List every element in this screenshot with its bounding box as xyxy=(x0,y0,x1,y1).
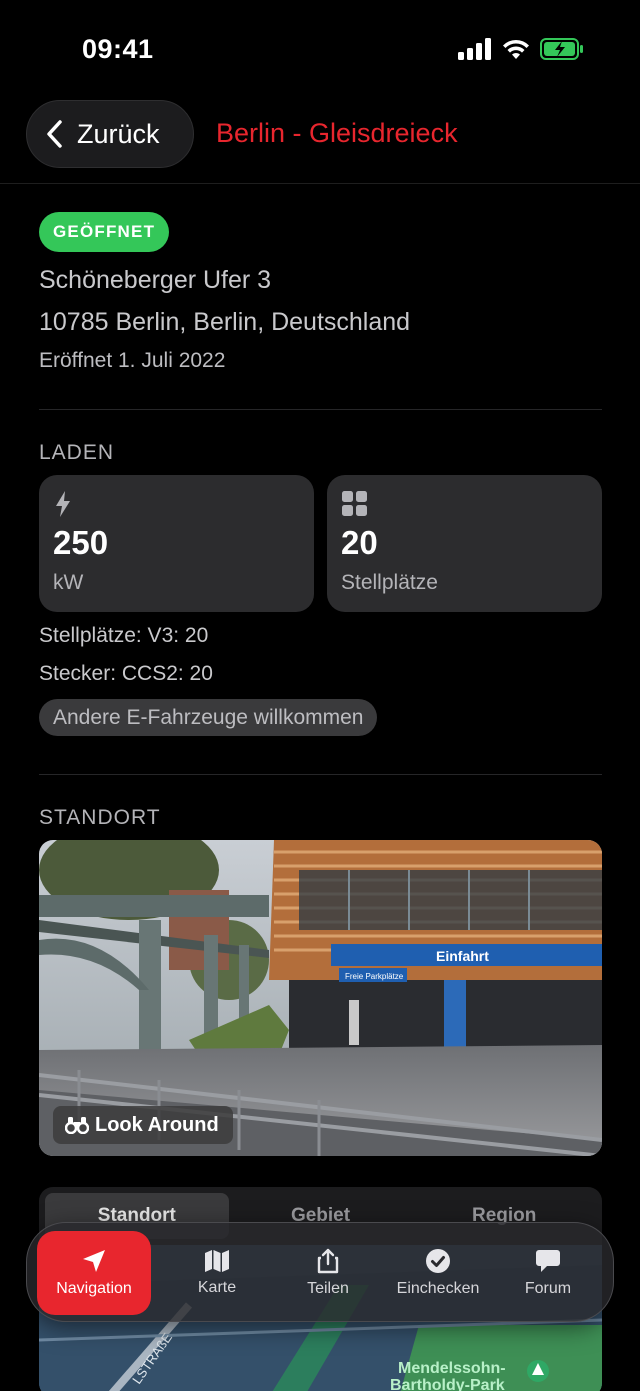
map-park-label: Mendelssohn-Bartholdy-Park xyxy=(390,1360,506,1391)
binoculars-icon xyxy=(65,1117,89,1134)
station-details: GEÖFFNET Schöneberger Ufer 3 10785 Berli… xyxy=(39,212,602,829)
opened-date: Eröffnet 1. Juli 2022 xyxy=(39,349,226,372)
status-time: 09:41 xyxy=(82,34,154,64)
stalls-unit: Stellplätze xyxy=(341,571,438,594)
tab-teilen-label: Teilen xyxy=(307,1280,349,1297)
tab-navigation[interactable]: Navigation xyxy=(37,1231,151,1315)
chat-bubble-icon xyxy=(536,1250,560,1272)
tab-karte[interactable]: Karte xyxy=(160,1231,274,1315)
look-around-preview[interactable]: Einfahrt Freie Parkplätze Look Around xyxy=(39,840,602,1156)
tab-forum-label: Forum xyxy=(524,1280,572,1297)
page-title: Berlin - Gleisdreieck xyxy=(216,118,458,148)
power-unit: kW xyxy=(53,571,84,594)
back-button-label: Zurück xyxy=(77,118,160,149)
bolt-icon xyxy=(56,491,70,517)
location-section-title: STANDORT xyxy=(39,806,161,829)
bottom-tab-bar: Navigation Karte Teilen Einchecken Forum xyxy=(26,1222,614,1322)
tab-karte-label: Karte xyxy=(197,1279,237,1296)
status-badge: GEÖFFNET xyxy=(39,212,170,252)
status-bar: 09:41 xyxy=(0,0,640,100)
power-card: 250 kW xyxy=(39,475,314,612)
tab-teilen[interactable]: Teilen xyxy=(271,1231,385,1315)
stalls-detail: Stellplätze: V3: 20 xyxy=(39,624,209,647)
stalls-value: 20 xyxy=(341,524,378,561)
tab-einchecken[interactable]: Einchecken xyxy=(381,1231,495,1315)
navigation-arrow-icon xyxy=(83,1250,105,1272)
battery-charging-icon xyxy=(540,38,583,60)
connector-detail: Stecker: CCS2: 20 xyxy=(39,662,213,685)
checkmark-icon xyxy=(426,1249,450,1273)
look-around-button[interactable]: Look Around xyxy=(53,1106,233,1144)
other-ev-welcome-pill: Andere E-Fahrzeuge willkommen xyxy=(39,699,378,736)
divider xyxy=(39,409,602,410)
status-icons xyxy=(458,38,584,60)
stalls-card: 20 Stellplätze xyxy=(327,475,602,612)
charging-section-title: LADEN xyxy=(39,441,115,464)
map-icon xyxy=(205,1250,229,1272)
back-button[interactable]: Zurück xyxy=(26,100,194,168)
photo-sign-text: Einfahrt xyxy=(436,948,489,964)
look-around-label: Look Around xyxy=(95,1113,219,1136)
tab-forum[interactable]: Forum xyxy=(491,1231,605,1315)
cellular-signal-icon xyxy=(458,38,491,60)
chevron-left-icon xyxy=(47,120,62,148)
share-icon xyxy=(317,1248,339,1274)
tab-einchecken-label: Einchecken xyxy=(396,1280,480,1297)
wifi-icon xyxy=(503,39,529,59)
divider xyxy=(39,774,602,775)
grid-icon xyxy=(342,491,367,516)
tab-navigation-label: Navigation xyxy=(56,1280,132,1297)
address-line-2: 10785 Berlin, Berlin, Deutschland xyxy=(39,308,411,336)
navigation-header: Zurück Berlin - Gleisdreieck xyxy=(0,98,640,184)
power-value: 250 xyxy=(53,524,109,561)
address-line-1: Schöneberger Ufer 3 xyxy=(39,266,272,294)
photo-sign-sub: Freie Parkplätze xyxy=(345,972,404,981)
